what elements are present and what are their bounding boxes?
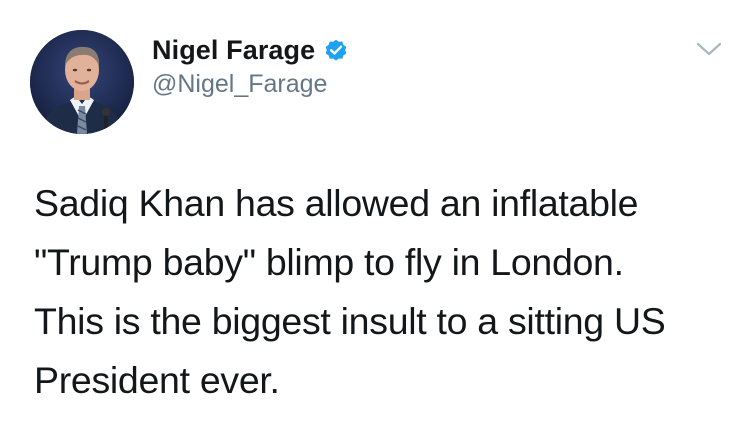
author-avatar[interactable] — [30, 30, 134, 134]
tweet-text-line: Sadiq Khan has allowed an inflatable — [34, 182, 639, 224]
author-handle[interactable]: @Nigel_Farage — [152, 70, 327, 99]
chevron-down-icon[interactable] — [694, 38, 724, 60]
verified-badge-icon — [323, 37, 349, 63]
tweet-text: Sadiq Khan has allowed an inflatable "Tr… — [34, 174, 734, 410]
tweet-text-line: This is the biggest insult to a sitting … — [34, 300, 666, 342]
profile-photo — [30, 30, 134, 134]
author-display-name[interactable]: Nigel Farage — [152, 35, 315, 66]
author-name-row: Nigel Farage — [152, 32, 349, 68]
tweet-card: Nigel Farage @Nigel_Farage Sadiq Khan ha… — [0, 0, 750, 431]
tweet-text-line: President ever. — [34, 359, 280, 401]
tweet-text-line: "Trump baby" blimp to fly in London. — [34, 241, 624, 283]
